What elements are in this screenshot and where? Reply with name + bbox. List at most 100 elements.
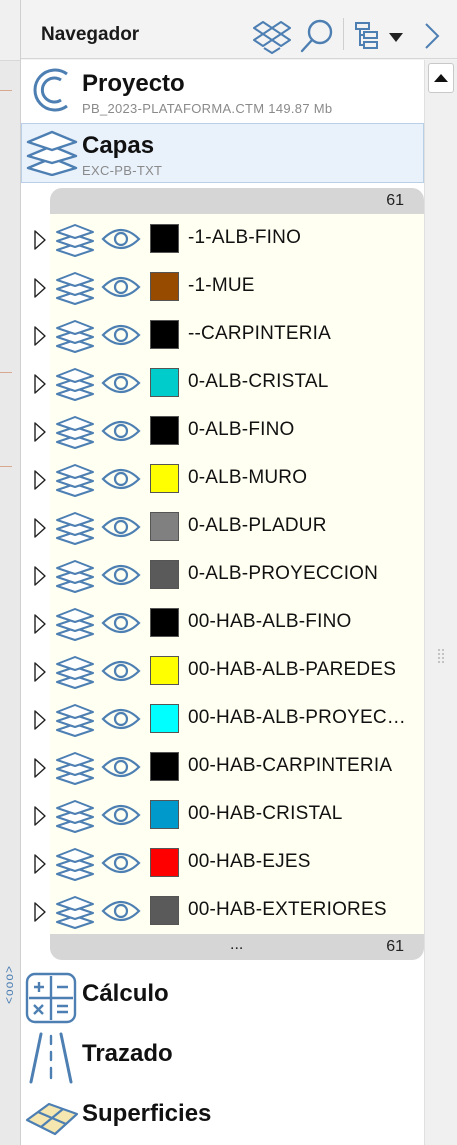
layer-color-swatch[interactable]	[150, 560, 179, 589]
layers-icon[interactable]	[55, 847, 95, 886]
section-superficies[interactable]: Superficies	[21, 1084, 424, 1144]
chevron-right-icon[interactable]	[424, 22, 440, 55]
layers-icon[interactable]	[55, 463, 95, 502]
dropbox-icon[interactable]	[253, 18, 291, 59]
eye-icon[interactable]	[101, 707, 141, 736]
eye-icon[interactable]	[101, 755, 141, 784]
layer-color-swatch[interactable]	[150, 704, 179, 733]
layer-color-swatch[interactable]	[150, 320, 179, 349]
layer-color-swatch[interactable]	[150, 368, 179, 397]
layer-color-swatch[interactable]	[150, 800, 179, 829]
search-icon[interactable]	[299, 18, 335, 59]
layers-icon[interactable]	[55, 319, 95, 358]
layer-color-swatch[interactable]	[150, 416, 179, 445]
layer-row[interactable]: -1-MUE	[21, 264, 424, 312]
eye-icon[interactable]	[101, 563, 141, 592]
layer-row[interactable]: 00-HAB-ALB-FINO	[21, 600, 424, 648]
eye-icon[interactable]	[101, 515, 141, 544]
section-title: Capas	[82, 132, 155, 159]
expand-icon[interactable]	[34, 278, 46, 303]
layer-row[interactable]: --CARPINTERIA	[21, 312, 424, 360]
layers-icon[interactable]	[55, 559, 95, 598]
eye-icon[interactable]	[101, 371, 141, 400]
eye-icon[interactable]	[101, 803, 141, 832]
layer-color-swatch[interactable]	[150, 464, 179, 493]
section-calculo[interactable]: Cálculo	[21, 964, 424, 1024]
layer-row[interactable]: 0-ALB-FINO	[21, 408, 424, 456]
layers-icon[interactable]	[55, 415, 95, 454]
layers-icon[interactable]	[55, 655, 95, 694]
layer-name: 00-HAB-ALB-FINO	[188, 611, 352, 632]
layer-color-swatch[interactable]	[150, 656, 179, 685]
layers-icon[interactable]	[55, 607, 95, 646]
layer-row[interactable]: 00-HAB-EJES	[21, 840, 424, 888]
layer-name: 00-HAB-EJES	[188, 851, 311, 872]
expand-icon[interactable]	[34, 614, 46, 639]
scrollbar[interactable]	[424, 60, 457, 1145]
layer-row[interactable]: 0-ALB-CRISTAL	[21, 360, 424, 408]
layer-color-swatch[interactable]	[150, 608, 179, 637]
layers-icon[interactable]	[55, 223, 95, 262]
tree-view-icon[interactable]	[354, 18, 388, 57]
section-title: Trazado	[82, 1040, 173, 1067]
eye-icon[interactable]	[101, 611, 141, 640]
section-title: Proyecto	[82, 70, 185, 97]
eye-icon[interactable]	[101, 419, 141, 448]
resize-grip-icon[interactable]	[437, 648, 445, 664]
section-trazado[interactable]: Trazado	[21, 1024, 424, 1084]
layer-color-swatch[interactable]	[150, 224, 179, 253]
layer-row[interactable]: 00-HAB-ALB-PROYECCION	[21, 696, 424, 744]
layers-icon[interactable]	[55, 751, 95, 790]
layers-icon[interactable]	[55, 271, 95, 310]
expand-icon[interactable]	[34, 566, 46, 591]
layers-icon[interactable]	[55, 799, 95, 838]
layer-row[interactable]: 0-ALB-PLADUR	[21, 504, 424, 552]
expand-icon[interactable]	[34, 854, 46, 879]
collapse-toggle[interactable]: <ooo>	[2, 948, 18, 1020]
section-proyecto[interactable]: Proyecto PB_2023-PLATAFORMA.CTM 149.87 M…	[21, 60, 424, 122]
layers-icon[interactable]	[55, 367, 95, 406]
layer-name: -1-ALB-FINO	[188, 227, 302, 248]
expand-icon[interactable]	[34, 374, 46, 399]
layer-name: 0-ALB-CRISTAL	[188, 371, 329, 392]
layer-row[interactable]: 00-HAB-CARPINTERIA	[21, 744, 424, 792]
section-capas[interactable]: Capas EXC-PB-TXT	[21, 123, 424, 183]
eye-icon[interactable]	[101, 899, 141, 928]
expand-icon[interactable]	[34, 326, 46, 351]
expand-icon[interactable]	[34, 758, 46, 783]
eye-icon[interactable]	[101, 227, 141, 256]
layer-color-swatch[interactable]	[150, 512, 179, 541]
scroll-up-button[interactable]	[428, 63, 454, 93]
more-layers-link[interactable]: ...	[230, 936, 243, 954]
layer-color-swatch[interactable]	[150, 752, 179, 781]
expand-icon[interactable]	[34, 230, 46, 255]
layer-count: 61	[386, 192, 404, 209]
layer-color-swatch[interactable]	[150, 896, 179, 925]
layers-icon[interactable]	[55, 511, 95, 550]
eye-icon[interactable]	[101, 467, 141, 496]
layer-color-swatch[interactable]	[150, 272, 179, 301]
expand-icon[interactable]	[34, 470, 46, 495]
header-separator	[343, 18, 344, 50]
layers-icon[interactable]	[55, 895, 95, 934]
expand-icon[interactable]	[34, 422, 46, 447]
capas-icon	[26, 128, 78, 181]
expand-icon[interactable]	[34, 806, 46, 831]
expand-icon[interactable]	[34, 710, 46, 735]
layer-row[interactable]: 0-ALB-PROYECCION	[21, 552, 424, 600]
chevron-down-icon[interactable]	[389, 30, 403, 48]
layer-row[interactable]: 00-HAB-ALB-PAREDES	[21, 648, 424, 696]
expand-icon[interactable]	[34, 518, 46, 543]
expand-icon[interactable]	[34, 902, 46, 927]
layer-row[interactable]: 0-ALB-MURO	[21, 456, 424, 504]
layer-row[interactable]: 00-HAB-EXTERIORES	[21, 888, 424, 936]
eye-icon[interactable]	[101, 275, 141, 304]
layer-color-swatch[interactable]	[150, 848, 179, 877]
eye-icon[interactable]	[101, 659, 141, 688]
eye-icon[interactable]	[101, 851, 141, 880]
expand-icon[interactable]	[34, 662, 46, 687]
layer-row[interactable]: -1-ALB-FINO	[21, 216, 424, 264]
layer-row[interactable]: 00-HAB-CRISTAL	[21, 792, 424, 840]
eye-icon[interactable]	[101, 323, 141, 352]
layers-icon[interactable]	[55, 703, 95, 742]
